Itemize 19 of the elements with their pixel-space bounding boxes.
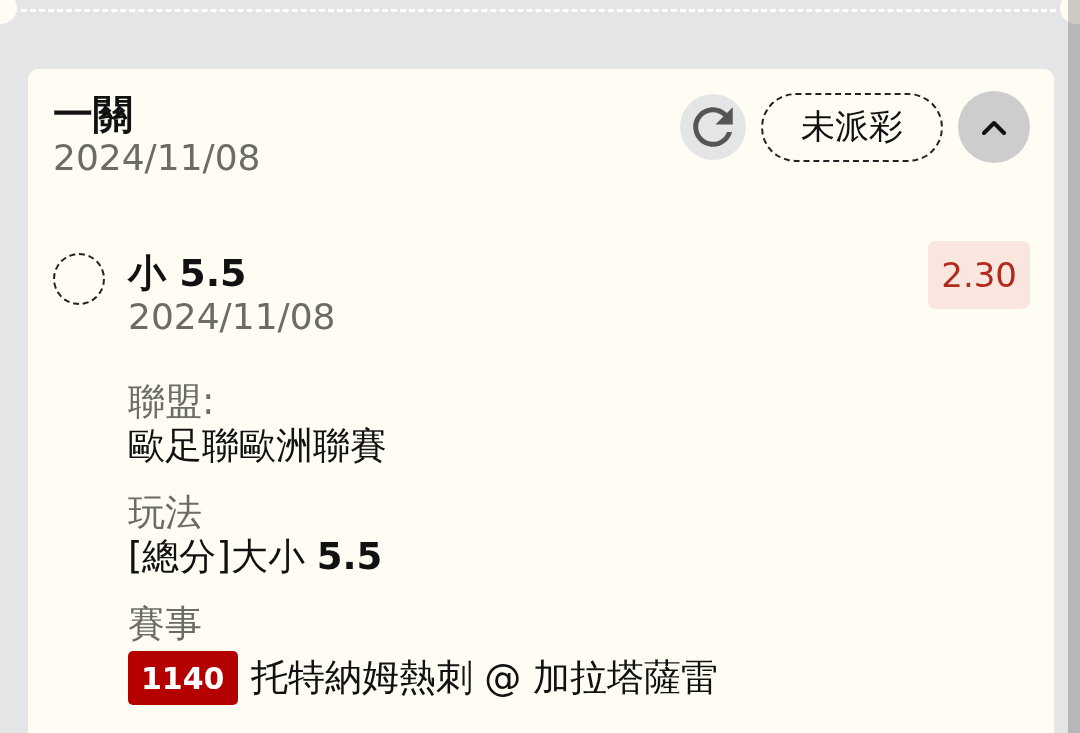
match-number-tag: 1140 — [128, 651, 238, 705]
detail-label: 玩法 — [128, 491, 203, 535]
detail-value: [總分]大小 5.5 — [128, 535, 384, 579]
ticket-notch — [0, 0, 17, 24]
select-radio[interactable] — [53, 253, 105, 305]
detail-label: 賽事 — [128, 602, 203, 646]
refresh-icon — [693, 107, 733, 147]
ticket-notch — [1060, 0, 1080, 24]
selection-date: 2024/11/08 — [128, 296, 336, 338]
bet-type-title: 一關 — [53, 91, 134, 137]
chevron-up-icon — [982, 119, 1006, 135]
odds-tag: 2.30 — [928, 241, 1030, 309]
status-tag: 未派彩 — [761, 92, 943, 162]
selection-name: 小 5.5 — [128, 250, 248, 296]
scrollbar[interactable] — [1068, 0, 1080, 733]
detail-label: 聯盟: — [128, 380, 216, 424]
bet-date: 2024/11/08 — [53, 137, 261, 179]
match-teams: 托特納姆熱刺 @ 加拉塔薩雷 — [250, 656, 719, 700]
detail-value: 歐足聯歐洲聯賽 — [128, 424, 388, 468]
